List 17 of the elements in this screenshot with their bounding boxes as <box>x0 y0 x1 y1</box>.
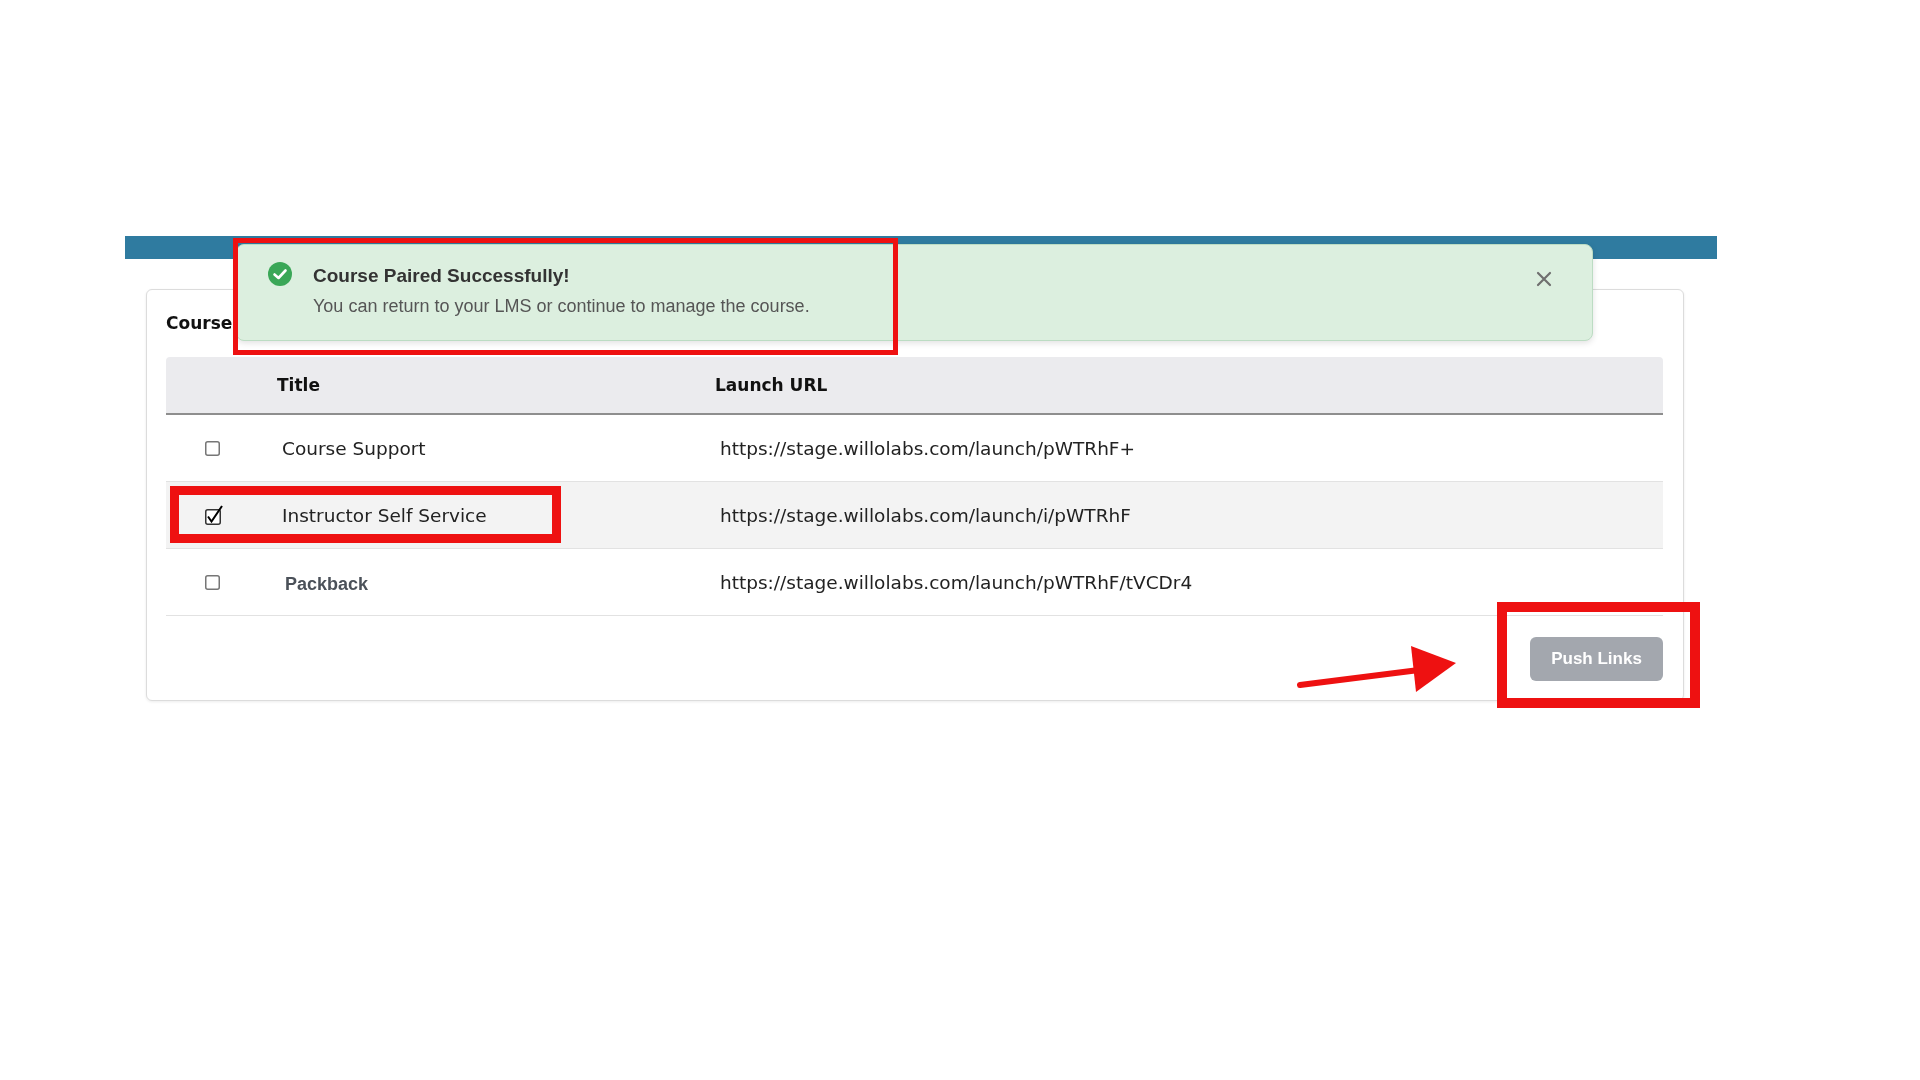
card-heading: Course <box>166 312 233 335</box>
checkbox[interactable] <box>205 574 220 590</box>
column-header: Title <box>277 375 321 395</box>
column-header: Launch URL <box>715 375 829 395</box>
launch-url: https://stage.willolabs.com/launch/pWTRhF+ <box>719 437 1136 459</box>
launch-url: https://stage.willolabs.com/launch/pWTRhF/tVCDr4 <box>719 571 1194 593</box>
checkbox[interactable] <box>205 440 220 456</box>
course-title: Instructor Self Service <box>281 504 488 526</box>
close-button[interactable] <box>1536 271 1552 287</box>
course-title: Packback <box>284 573 370 595</box>
checkbox[interactable] <box>205 505 223 525</box>
course-title: Course Support <box>281 437 427 459</box>
toast-title: Course Paired Successfully! <box>313 264 571 288</box>
launch-url: https://stage.willolabs.com/launch/i/pWTRhF <box>719 504 1132 526</box>
close-icon <box>1536 271 1552 287</box>
check-circle-icon <box>268 262 292 286</box>
toast-message: You can return to your LMS or continue to manage the course. <box>313 295 811 317</box>
